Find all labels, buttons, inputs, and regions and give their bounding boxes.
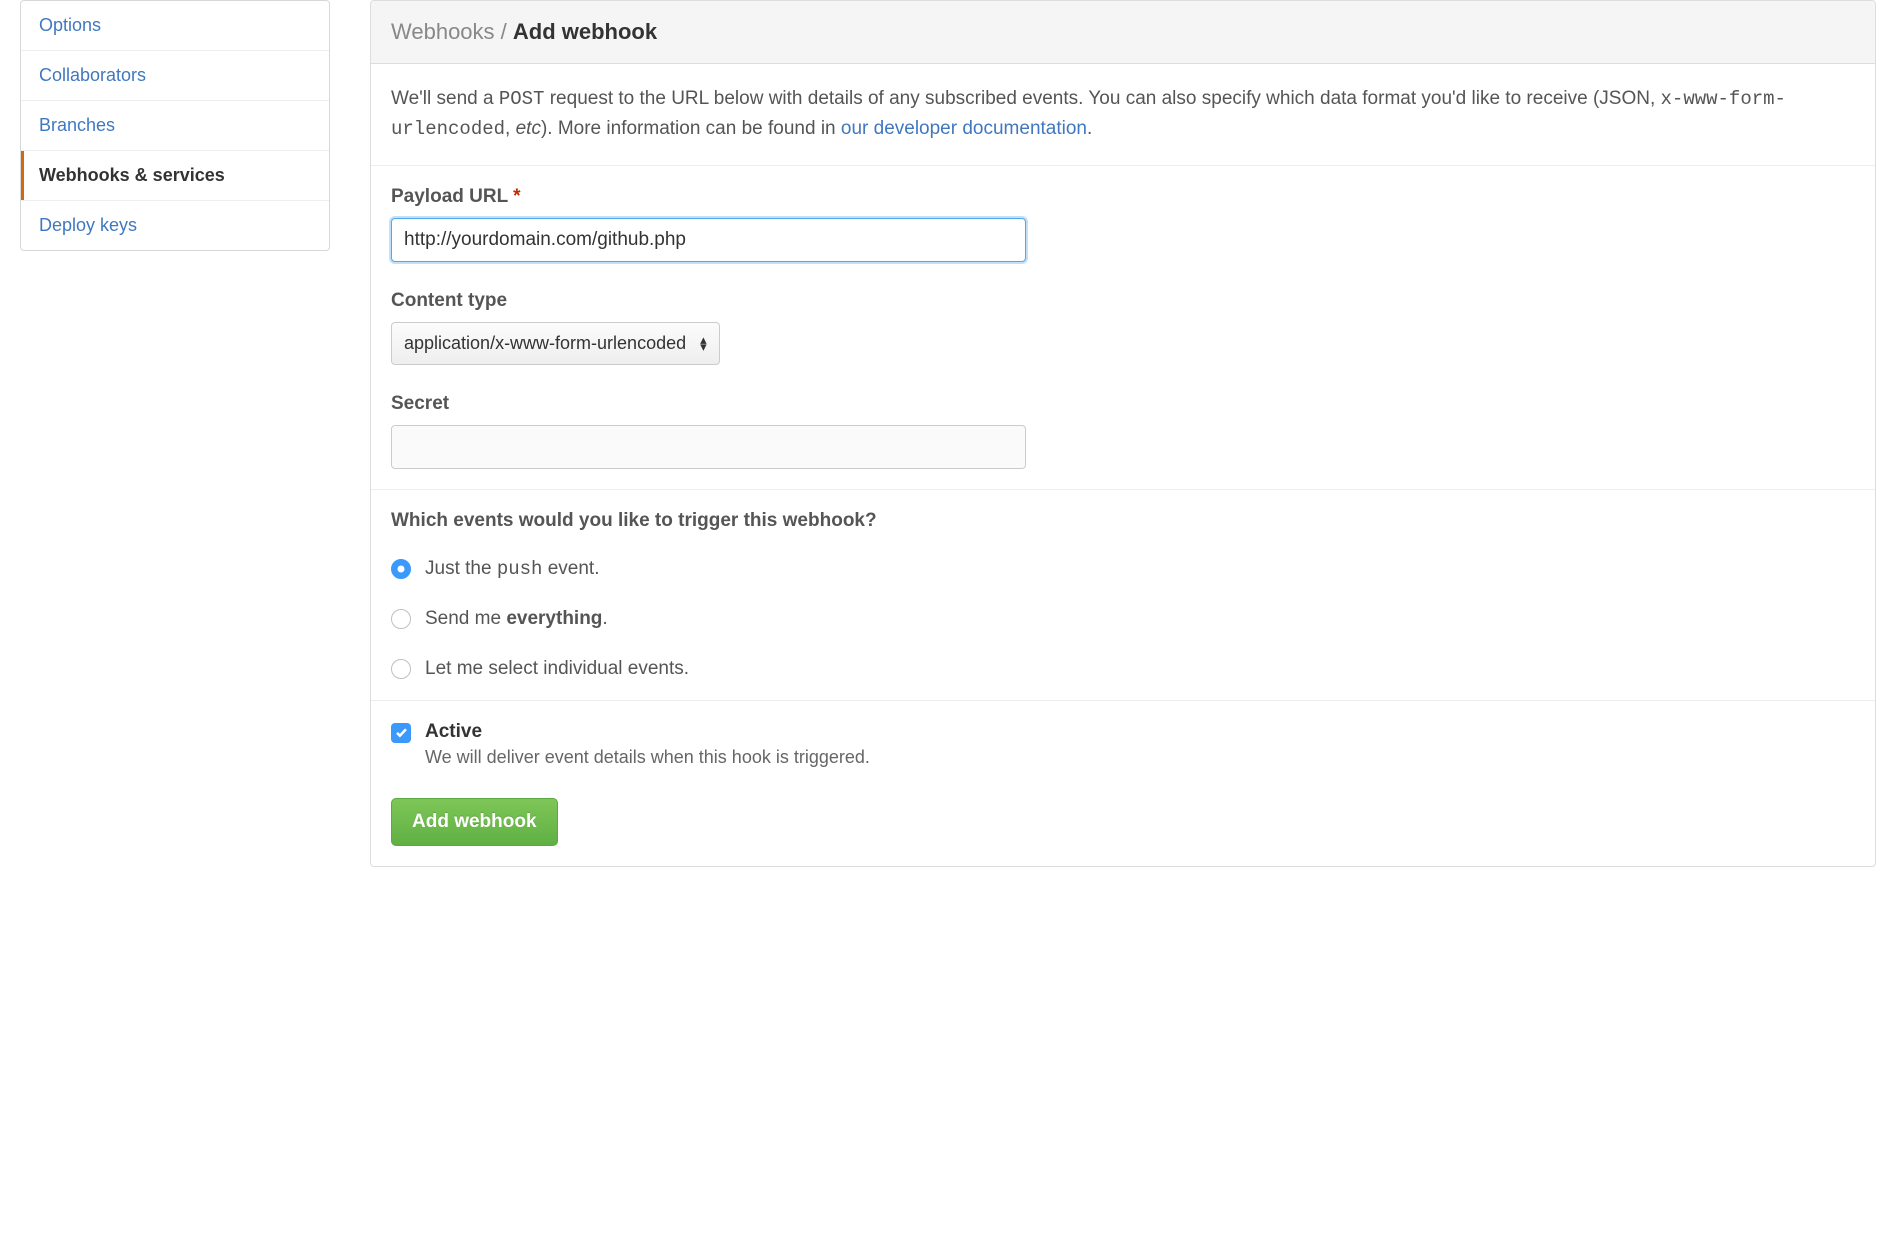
active-section: Active We will deliver event details whe…: [371, 701, 1875, 866]
form-section-main: Payload URL * Content type application/x…: [371, 166, 1875, 490]
breadcrumb-parent: Webhooks /: [391, 19, 513, 44]
developer-docs-link[interactable]: our developer documentation: [841, 118, 1087, 139]
active-description: We will deliver event details when this …: [425, 747, 870, 768]
required-asterisk: *: [513, 186, 520, 207]
content-type-value: application/x-www-form-urlencoded: [404, 333, 686, 354]
checkbox-checked-icon: [391, 723, 411, 743]
breadcrumb: Webhooks / Add webhook: [371, 1, 1875, 64]
payload-url-group: Payload URL *: [391, 186, 1855, 262]
payload-url-input[interactable]: [391, 218, 1026, 262]
events-section: Which events would you like to trigger t…: [371, 490, 1875, 701]
secret-label: Secret: [391, 393, 1855, 415]
content-type-group: Content type application/x-www-form-urle…: [391, 290, 1855, 365]
content-type-select[interactable]: application/x-www-form-urlencoded ▴▾: [391, 322, 720, 365]
sidebar-item-webhooks-services[interactable]: Webhooks & services: [21, 151, 329, 201]
sidebar-nav: Options Collaborators Branches Webhooks …: [20, 0, 330, 251]
sidebar-item-options[interactable]: Options: [21, 1, 329, 51]
settings-sidebar: Options Collaborators Branches Webhooks …: [20, 0, 330, 867]
active-checkbox-row[interactable]: Active We will deliver event details whe…: [391, 721, 1855, 768]
sidebar-item-deploy-keys[interactable]: Deploy keys: [21, 201, 329, 250]
active-label: Active: [425, 721, 870, 743]
payload-url-label: Payload URL *: [391, 186, 1855, 208]
secret-input[interactable]: [391, 425, 1026, 469]
main-panel: Webhooks / Add webhook We'll send a POST…: [370, 0, 1876, 867]
radio-icon: [391, 559, 411, 579]
add-webhook-button[interactable]: Add webhook: [391, 798, 558, 846]
sidebar-item-collaborators[interactable]: Collaborators: [21, 51, 329, 101]
radio-icon: [391, 609, 411, 629]
content-type-label: Content type: [391, 290, 1855, 312]
radio-everything[interactable]: Send me everything.: [391, 608, 1855, 630]
select-caret-icon: ▴▾: [700, 336, 707, 352]
intro-text: We'll send a POST request to the URL bel…: [391, 84, 1855, 145]
radio-icon: [391, 659, 411, 679]
sidebar-item-branches[interactable]: Branches: [21, 101, 329, 151]
radio-push-event[interactable]: Just the push event.: [391, 558, 1855, 580]
radio-individual-events[interactable]: Let me select individual events.: [391, 658, 1855, 680]
intro-section: We'll send a POST request to the URL bel…: [371, 64, 1875, 166]
events-title: Which events would you like to trigger t…: [391, 510, 1855, 532]
breadcrumb-current: Add webhook: [513, 19, 657, 44]
secret-group: Secret: [391, 393, 1855, 469]
code-post: POST: [499, 88, 545, 110]
